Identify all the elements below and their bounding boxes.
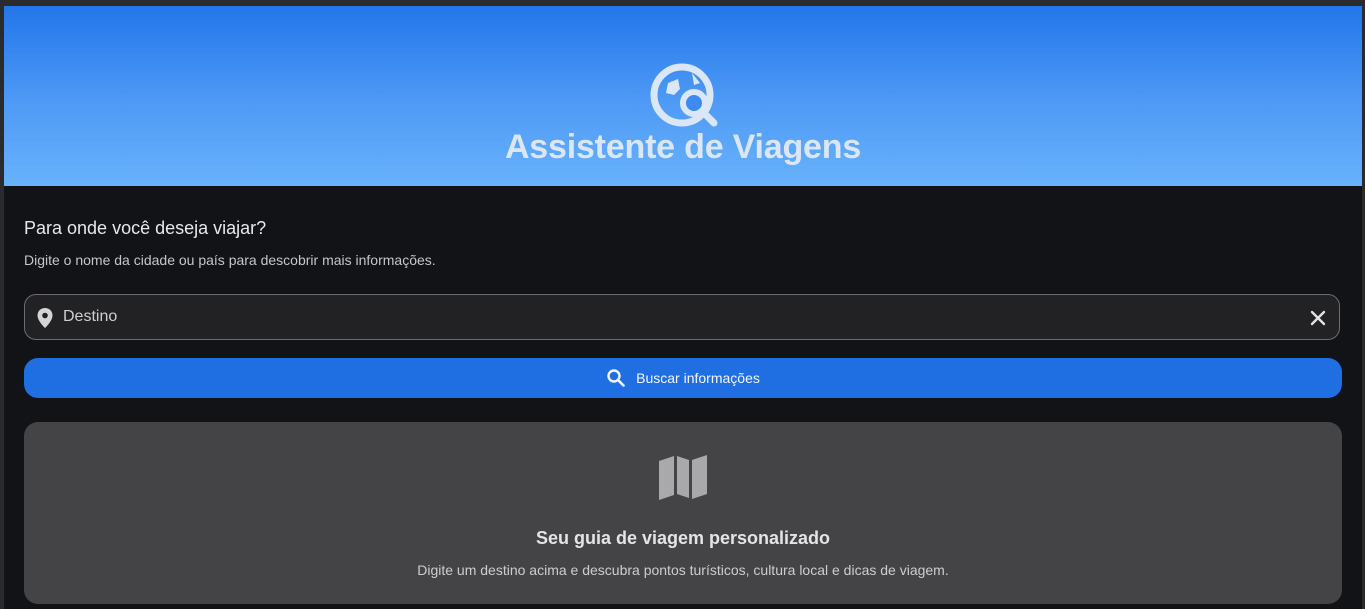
destination-input[interactable] <box>63 295 1293 339</box>
close-icon[interactable] <box>1307 307 1329 329</box>
search-button[interactable]: Buscar informações <box>24 358 1342 398</box>
search-icon <box>607 369 625 387</box>
search-button-label: Buscar informações <box>636 370 760 386</box>
empty-state-card: Seu guia de viagem personalizado Digite … <box>24 422 1342 604</box>
app-window: Assistente de Viagens Para onde você des… <box>4 6 1362 609</box>
empty-state-text: Digite um destino acima e descubra ponto… <box>417 562 949 578</box>
location-pin-icon <box>37 308 53 328</box>
form-hint: Digite o nome da cidade ou país para des… <box>24 252 436 268</box>
empty-state-title: Seu guia de viagem personalizado <box>535 528 831 548</box>
travel-explore-icon <box>650 63 718 127</box>
header-banner: Assistente de Viagens <box>4 6 1362 186</box>
app-title: Assistente de Viagens <box>504 128 862 166</box>
map-icon <box>659 455 707 500</box>
form-question: Para onde você deseja viajar? <box>24 218 267 238</box>
destination-field[interactable] <box>24 294 1340 340</box>
